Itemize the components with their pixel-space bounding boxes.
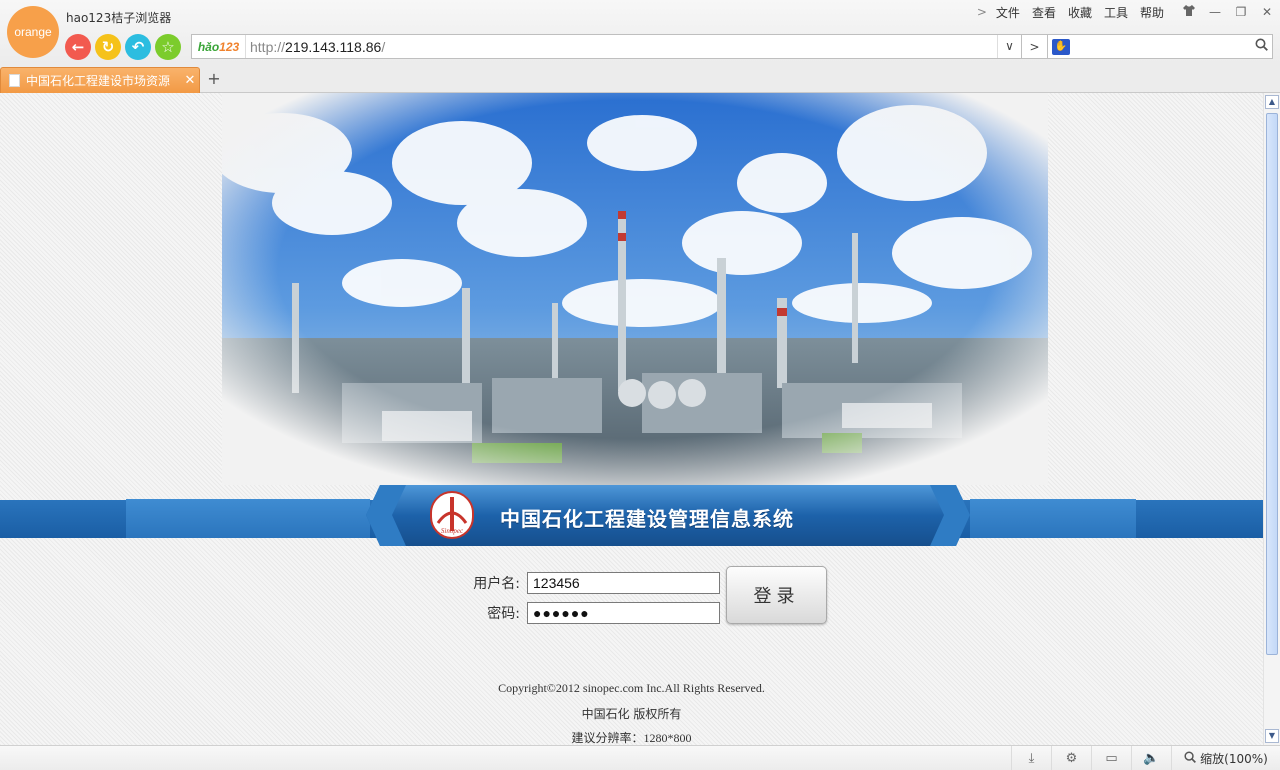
window-icon[interactable]: ▭ bbox=[1091, 746, 1131, 770]
menu-bar: > 文件 查看 收藏 工具 帮助 — ❐ ✕ bbox=[974, 3, 1280, 21]
browser-logo[interactable]: orange bbox=[7, 6, 59, 58]
status-bar: ⤓ ⚙ ▭ 🔈 缩放(100%) bbox=[0, 745, 1280, 770]
refresh-button[interactable]: ↻ bbox=[95, 34, 121, 60]
scroll-down-icon[interactable]: ▼ bbox=[1265, 729, 1279, 743]
refinery-hero-image bbox=[222, 93, 1048, 485]
tab-bar: 中国石化工程建设市场资源 ✕ + bbox=[0, 64, 1280, 93]
owner-text: 中国石化 版权所有 bbox=[581, 707, 682, 721]
username-label: 用户名: bbox=[473, 576, 520, 592]
back-button[interactable]: ← bbox=[65, 34, 91, 60]
close-icon[interactable]: ✕ bbox=[1254, 5, 1280, 19]
banner-left-band bbox=[126, 499, 370, 538]
address-bar[interactable]: hǎo 123 http://219.143.118.86/ ∨ bbox=[191, 34, 1022, 59]
scrollbar-thumb[interactable] bbox=[1266, 113, 1278, 655]
menu-file[interactable]: 文件 bbox=[996, 4, 1020, 21]
undo-icon: ↶ bbox=[131, 38, 145, 56]
system-title: 中国石化工程建设管理信息系统 bbox=[500, 507, 794, 531]
password-label: 密码: bbox=[487, 606, 520, 622]
banner-right-band bbox=[970, 499, 1136, 538]
volume-icon[interactable]: 🔈 bbox=[1131, 746, 1171, 770]
document-icon bbox=[9, 74, 20, 87]
close-tab-icon[interactable]: ✕ bbox=[181, 73, 199, 88]
restore-icon[interactable]: ❐ bbox=[1228, 5, 1254, 19]
menu-view[interactable]: 查看 bbox=[1032, 4, 1056, 21]
menu-tools[interactable]: 工具 bbox=[1104, 4, 1128, 21]
password-field[interactable]: ●●●●●● bbox=[527, 602, 720, 624]
baidu-paw-icon[interactable]: ✋ bbox=[1052, 38, 1070, 55]
sinopec-logo: Sinopec bbox=[430, 491, 474, 539]
search-box[interactable]: ✋ bbox=[1047, 34, 1273, 59]
app-title: hao123桔子浏览器 bbox=[66, 11, 172, 25]
search-input[interactable] bbox=[1070, 35, 1250, 58]
site-badge: hǎo 123 bbox=[192, 35, 246, 58]
refresh-icon: ↻ bbox=[101, 38, 115, 56]
download-icon[interactable]: ⤓ bbox=[1011, 746, 1051, 770]
search-icon[interactable] bbox=[1250, 38, 1272, 55]
settings-gear-icon[interactable]: ⚙ bbox=[1051, 746, 1091, 770]
login-button[interactable]: 登录 bbox=[726, 566, 827, 624]
svg-text:Sinopec: Sinopec bbox=[441, 527, 464, 535]
copyright-text: Copyright©2012 sinopec.com Inc.All Right… bbox=[498, 681, 765, 695]
favorite-button[interactable]: ☆ bbox=[155, 34, 181, 60]
browser-toolbar: orange hao123桔子浏览器 ← ↻ ↶ ☆ > 文件 查看 收藏 工具… bbox=[0, 0, 1280, 64]
arrow-left-icon: ← bbox=[71, 38, 85, 56]
magnifier-icon bbox=[1184, 750, 1197, 767]
undo-close-button[interactable]: ↶ bbox=[125, 34, 151, 60]
page-viewport: Sinopec 中国石化工程建设管理信息系统 用户名: 123456 密码: ●… bbox=[0, 93, 1263, 745]
star-icon: ☆ bbox=[161, 38, 175, 56]
go-button[interactable]: > bbox=[1022, 34, 1048, 59]
address-url[interactable]: http://219.143.118.86/ bbox=[246, 39, 997, 55]
new-tab-button[interactable]: + bbox=[204, 68, 224, 90]
tab-title: 中国石化工程建设市场资源 bbox=[26, 74, 171, 88]
vertical-scrollbar[interactable]: ▲ ▼ bbox=[1263, 93, 1280, 745]
zoom-label: 缩放(100%) bbox=[1200, 752, 1268, 766]
scroll-up-icon[interactable]: ▲ bbox=[1265, 95, 1279, 109]
tab-active[interactable]: 中国石化工程建设市场资源 ✕ bbox=[0, 67, 200, 93]
chevron-right-icon[interactable]: > bbox=[974, 5, 990, 19]
username-field[interactable]: 123456 bbox=[527, 572, 720, 594]
zoom-control[interactable]: 缩放(100%) bbox=[1171, 746, 1280, 770]
menu-favorites[interactable]: 收藏 bbox=[1068, 4, 1092, 21]
minimize-icon[interactable]: — bbox=[1202, 5, 1228, 19]
menu-help[interactable]: 帮助 bbox=[1140, 4, 1164, 21]
resolution-text: 建议分辨率：1280*800 bbox=[571, 731, 692, 745]
skin-icon[interactable] bbox=[1176, 5, 1202, 19]
chevron-down-icon[interactable]: ∨ bbox=[997, 35, 1021, 58]
